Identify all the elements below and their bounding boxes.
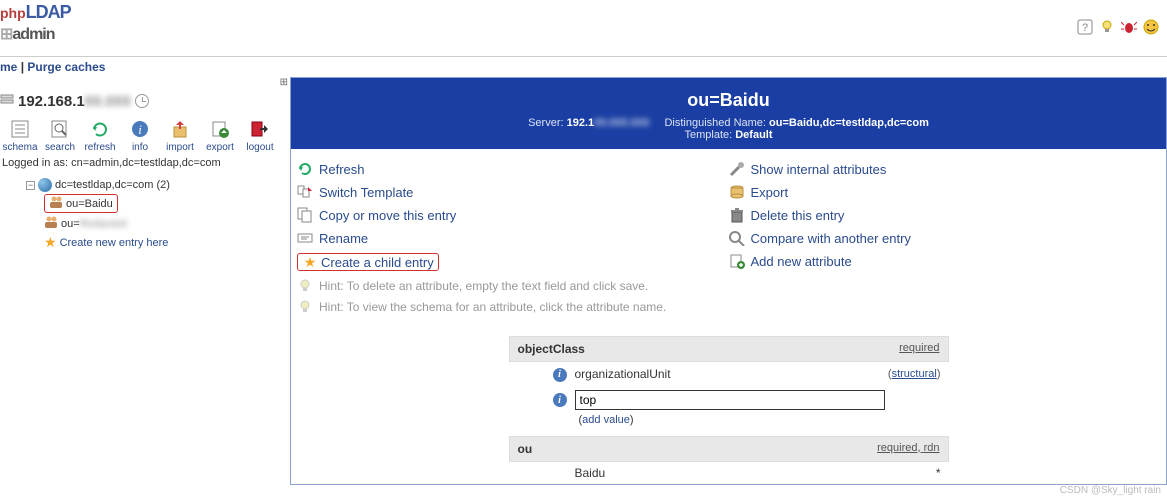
logout-button[interactable]: logout: [240, 116, 280, 153]
export-icon: [729, 184, 745, 200]
action-rename[interactable]: Rename: [297, 228, 729, 251]
export-button[interactable]: export: [200, 116, 240, 153]
trash-icon: [729, 207, 745, 223]
globe-icon: [38, 178, 52, 192]
entry-title: ou=Baidu: [291, 84, 1166, 117]
info-icon[interactable]: i: [553, 368, 567, 382]
logout-icon: [249, 118, 271, 140]
copy-icon: [297, 207, 313, 223]
help-icon[interactable]: ?: [1077, 19, 1093, 35]
attr-ou: ou required, rdn Baidu *: [509, 436, 949, 484]
sidebar-toolbar: schema search refresh i info import expo…: [0, 114, 290, 155]
tree-node-baidu[interactable]: ou=Baidu: [44, 193, 290, 214]
tree-create-entry[interactable]: ★ Create new entry here: [44, 233, 290, 252]
objectclass-input[interactable]: [575, 390, 885, 410]
action-show-internal[interactable]: Show internal attributes: [729, 159, 1161, 182]
action-switch-template[interactable]: Switch Template: [297, 182, 729, 205]
info-icon: i: [129, 118, 151, 140]
import-button[interactable]: import: [160, 116, 200, 153]
action-export[interactable]: Export: [729, 182, 1161, 205]
svg-text:?: ?: [1082, 22, 1088, 34]
lightbulb-icon: [297, 278, 313, 294]
tools-icon: [729, 161, 745, 177]
star-icon: ★: [44, 234, 57, 251]
attr-objectclass: objectClass required i organizationalUni…: [509, 336, 949, 426]
collapse-icon[interactable]: −: [26, 181, 35, 190]
attr-label[interactable]: objectClass: [518, 342, 585, 356]
sidebar: ⊞ 192.168.100.000 schema search refresh …: [0, 77, 290, 485]
add-value-link[interactable]: add value: [582, 414, 630, 426]
info-button[interactable]: i info: [120, 116, 160, 153]
schema-button[interactable]: schema: [0, 116, 40, 153]
refresh-button[interactable]: refresh: [80, 116, 120, 153]
logged-in-text: Logged in as: cn=admin,dc=testldap,dc=co…: [0, 155, 290, 177]
hint-delete: Hint: To delete an attribute, empty the …: [297, 276, 729, 297]
header-icons: ?: [1077, 19, 1159, 35]
collapse-icon[interactable]: ⊞: [0, 77, 290, 88]
ldap-tree: − dc=testldap,dc=com (2) ou=Baidu ou=Red…: [0, 177, 290, 252]
lightbulb-icon[interactable]: [1099, 19, 1115, 35]
action-delete[interactable]: Delete this entry: [729, 205, 1161, 228]
refresh-icon: [89, 118, 111, 140]
home-link[interactable]: me: [0, 60, 17, 74]
schema-icon: [9, 118, 31, 140]
clock-icon: [135, 94, 149, 108]
structural-link[interactable]: structural: [892, 368, 937, 380]
export-icon: [209, 118, 231, 140]
entry-header: ou=Baidu Server: 192.100.000.000 Disting…: [291, 78, 1166, 149]
template-icon: [297, 184, 313, 200]
actions-panel: Refresh Switch Template Copy or move thi…: [291, 149, 1166, 322]
server-line: 192.168.100.000: [0, 88, 290, 114]
star-icon: ★: [302, 254, 318, 270]
svg-text:i: i: [138, 122, 142, 137]
main-panel: ou=Baidu Server: 192.100.000.000 Disting…: [290, 77, 1167, 485]
ou-icon: [44, 215, 58, 232]
action-compare[interactable]: Compare with another entry: [729, 228, 1161, 251]
lightbulb-icon: [297, 299, 313, 315]
purge-caches-link[interactable]: Purge caches: [27, 60, 105, 74]
search-icon: [49, 118, 71, 140]
action-copy-move[interactable]: Copy or move this entry: [297, 205, 729, 228]
logo: phpLDAP ⊞admin: [0, 2, 70, 52]
hint-schema: Hint: To view the schema for an attribut…: [297, 297, 729, 318]
import-icon: [169, 118, 191, 140]
ou-icon: [49, 195, 63, 212]
info-icon[interactable]: i: [553, 393, 567, 407]
action-create-child[interactable]: ★ Create a child entry: [297, 251, 729, 276]
bug-icon[interactable]: [1121, 19, 1137, 35]
smiley-icon[interactable]: [1143, 19, 1159, 35]
add-icon: [729, 253, 745, 269]
watermark: CSDN @Sky_light rain: [1060, 485, 1161, 496]
topbar: me | Purge caches: [0, 57, 1167, 77]
server-icon: [0, 92, 14, 110]
tree-root[interactable]: − dc=testldap,dc=com (2): [26, 177, 290, 193]
compare-icon: [729, 230, 745, 246]
action-refresh[interactable]: Refresh: [297, 159, 729, 182]
tree-node-2[interactable]: ou=Redacted: [44, 214, 290, 233]
search-button[interactable]: search: [40, 116, 80, 153]
app-header: phpLDAP ⊞admin ?: [0, 0, 1167, 57]
action-add-attribute[interactable]: Add new attribute: [729, 251, 1161, 274]
rename-icon: [297, 230, 313, 246]
attr-label[interactable]: ou: [518, 442, 533, 456]
refresh-icon: [297, 161, 313, 177]
